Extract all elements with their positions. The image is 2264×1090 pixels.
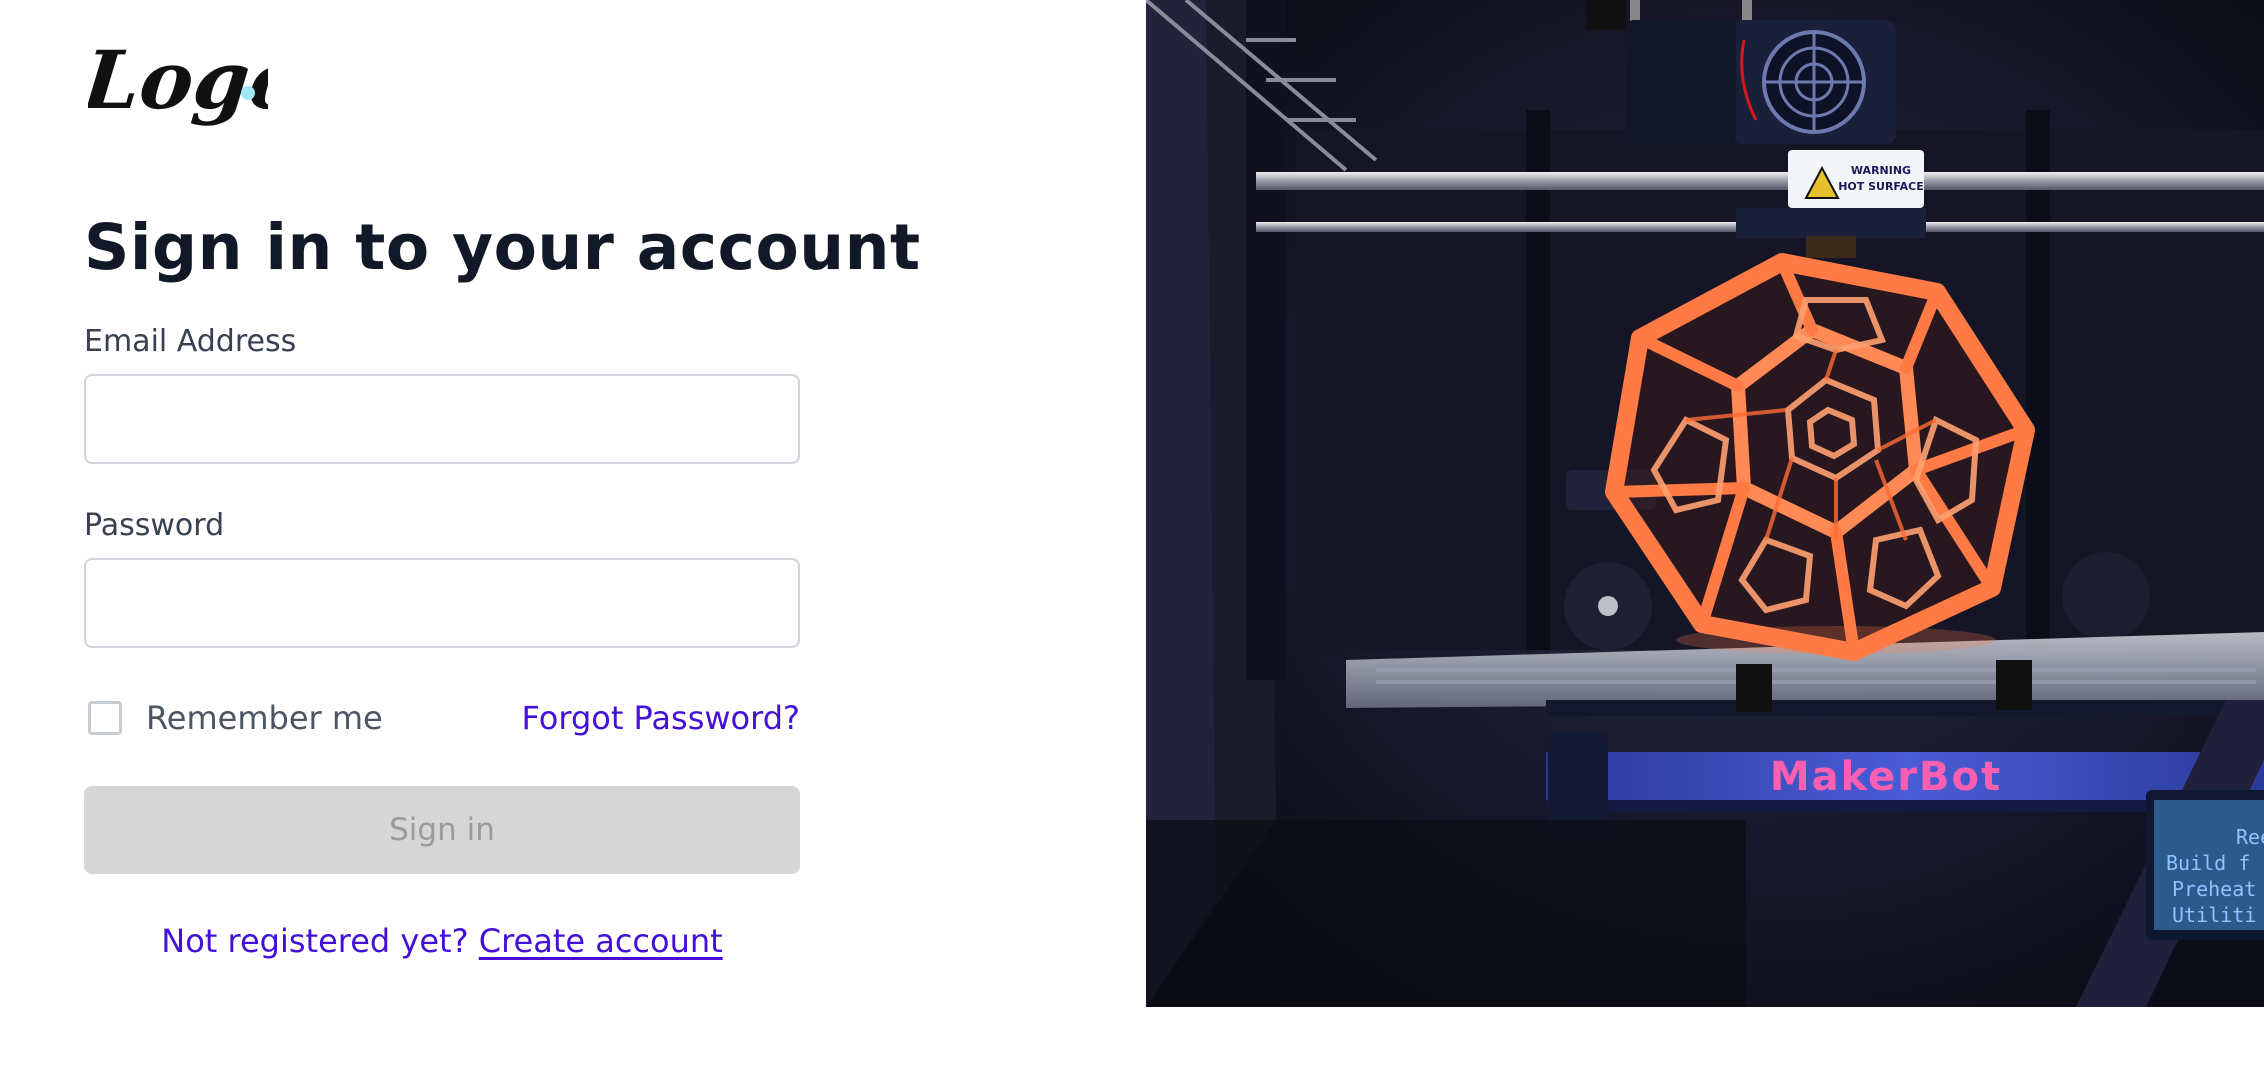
email-field[interactable] [84,374,800,464]
create-account-link[interactable]: Create account [479,922,723,960]
logo[interactable]: Logo [88,22,268,172]
lcd-line-4: Utiliti [2172,903,2256,927]
sign-in-panel: Logo Sign in to your account Email Addre… [0,0,1146,1090]
logo-dot [241,86,255,100]
lcd-line-2: Build f [2166,851,2250,875]
makerbot-brand: MakerBot [1770,754,2002,800]
email-label: Email Address [84,324,297,359]
sign-in-page: Logo Sign in to your account Email Addre… [0,0,2264,1090]
3d-printer-illustration: WARNING HOT SURFACE MakerBot Re Build f … [1146,0,2264,1007]
lcd-line-3: Preheat [2172,877,2256,901]
page-title: Sign in to your account [84,211,921,284]
warning-label-line-1: WARNING [1851,164,1911,177]
logo-wordmark: Logo [88,33,268,127]
forgot-password-link[interactable]: Forgot Password? [522,696,801,740]
remember-me-checkbox[interactable] [88,701,122,735]
sign-in-button[interactable]: Sign in [84,786,800,874]
hero-image: WARNING HOT SURFACE MakerBot Re Build f … [1146,0,2264,1007]
printed-dodecahedron [1605,253,2035,661]
remember-me-row: Remember me [88,696,383,740]
lcd-line-1: Reel [2236,825,2264,849]
password-field[interactable] [84,558,800,648]
register-prompt-text: Not registered yet? [161,922,469,960]
register-prompt: Not registered yet? Create account [84,918,800,964]
warning-label-line-2: HOT SURFACE [1838,180,1924,193]
password-label: Password [84,508,225,543]
logo-text: Logo [88,33,268,127]
remember-me-label[interactable]: Remember me [146,696,383,740]
